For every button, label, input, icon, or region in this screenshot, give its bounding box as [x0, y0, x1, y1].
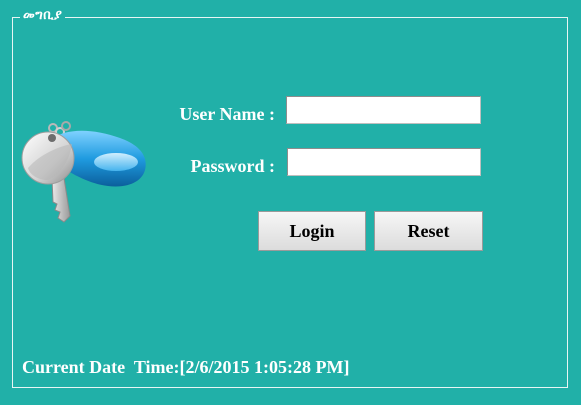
key-icon — [20, 118, 150, 230]
username-label: User Name : — [179, 104, 275, 124]
current-date-time-label: Current Date Time:[2/6/2015 1:05:28 PM] — [22, 357, 350, 377]
login-button[interactable]: Login — [258, 211, 366, 251]
password-label: Password : — [190, 156, 276, 176]
reset-button[interactable]: Reset — [374, 211, 483, 251]
password-input[interactable] — [287, 148, 481, 176]
username-input[interactable] — [286, 96, 481, 124]
login-group-title: መግቢያ — [20, 7, 66, 25]
